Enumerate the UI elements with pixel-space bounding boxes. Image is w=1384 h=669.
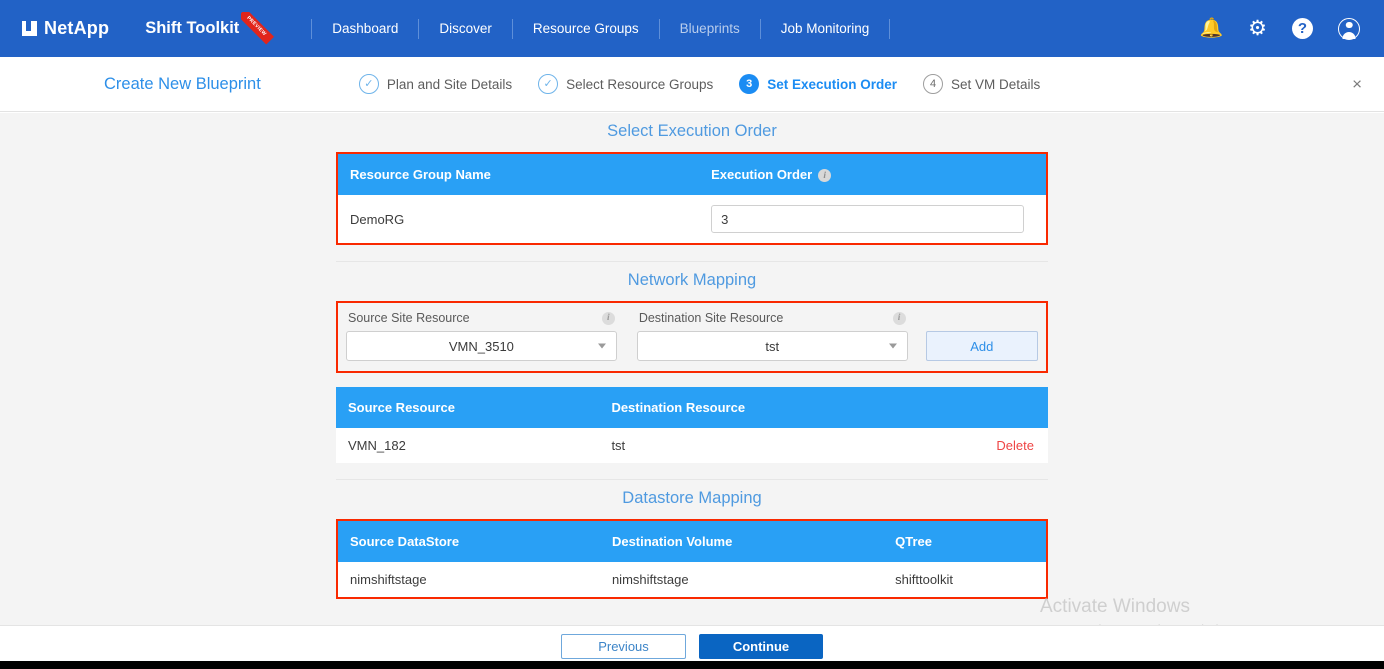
wizard-step-label: Select Resource Groups [566, 76, 714, 92]
preview-ribbon-icon: PREVIEW [241, 12, 275, 46]
nav-link-job-monitoring[interactable]: Job Monitoring [759, 18, 890, 39]
source-site-resource-label-row: Source Site Resource i [346, 311, 617, 331]
column-destination-resource: Destination Resource [599, 387, 920, 429]
bottom-edge-bar [0, 661, 1384, 669]
nav-divider [889, 18, 891, 39]
content-column: Select Execution Order Resource Group Na… [336, 113, 1048, 600]
wizard-step-select-resource-groups[interactable]: ✓ Select Resource Groups [538, 74, 721, 94]
section-title-datastore-mapping: Datastore Mapping [622, 489, 762, 508]
table-row: VMN_182 tst Delete [336, 428, 1048, 464]
column-source-datastore: Source DataStore [338, 521, 600, 563]
notification-bell-icon[interactable]: 🔔 [1200, 19, 1224, 38]
section-title-network-mapping: Network Mapping [627, 271, 757, 290]
wizard-step-set-vm-details[interactable]: 4 Set VM Details [923, 74, 1048, 94]
network-mapping-highlight: Source Site Resource i VMN_3510 Destinat… [336, 301, 1048, 374]
destination-site-resource-label-row: Destination Site Resource i [637, 311, 908, 331]
step-number-badge: 4 [923, 74, 944, 94]
product-label: Shift Toolkit [145, 19, 240, 37]
info-icon[interactable]: i [818, 169, 832, 183]
step-number-badge: 3 [739, 74, 760, 94]
column-resource-group-name: Resource Group Name [338, 154, 700, 196]
nav-link-discover[interactable]: Discover [418, 18, 512, 39]
netapp-mark-icon [22, 21, 37, 36]
execution-order-input[interactable] [711, 205, 1025, 234]
preview-ribbon-label: PREVIEW [241, 12, 275, 45]
datastore-mapping-highlight: Source DataStore Destination Volume QTre… [336, 519, 1048, 600]
column-source-resource: Source Resource [336, 387, 600, 429]
chevron-down-icon [888, 343, 897, 349]
cell-source-datastore: nimshiftstage [338, 562, 600, 598]
cell-destination-resource: tst [599, 428, 920, 464]
wizard-step-set-execution-order[interactable]: 3 Set Execution Order [739, 74, 905, 94]
destination-site-resource-select[interactable]: tst [636, 331, 908, 362]
source-site-resource-label: Source Site Resource [348, 311, 470, 326]
wizard-steps: ✓ Plan and Site Details ✓ Select Resourc… [358, 74, 1048, 94]
column-actions [919, 387, 1048, 429]
source-site-resource-select[interactable]: VMN_3510 [346, 331, 617, 362]
delete-mapping-link[interactable]: Delete [996, 438, 1034, 453]
nav-icon-group: 🔔 ⚙ ? [1200, 0, 1360, 57]
top-navigation-bar: NetApp Shift Toolkit PREVIEW Dashboard D… [0, 0, 1384, 57]
destination-site-resource-field: Destination Site Resource i tst [636, 311, 908, 362]
datastore-mapping-table: Source DataStore Destination Volume QTre… [338, 521, 1046, 598]
user-account-icon[interactable] [1338, 17, 1360, 40]
cell-destination-volume: nimshiftstage [599, 562, 884, 598]
check-icon: ✓ [358, 74, 379, 94]
netapp-logo[interactable]: NetApp [22, 18, 109, 39]
check-icon: ✓ [538, 74, 559, 94]
cell-action: Delete [919, 428, 1048, 464]
cell-qtree: shifttoolkit [883, 562, 1046, 598]
destination-site-resource-value: tst [765, 338, 780, 354]
wizard-step-label: Set Execution Order [767, 76, 898, 92]
table-row: nimshiftstage nimshiftstage shifttoolkit [338, 562, 1046, 598]
continue-button[interactable]: Continue [699, 633, 823, 659]
nav-link-blueprints[interactable]: Blueprints [658, 18, 760, 39]
column-execution-order: Execution Order i [699, 154, 1046, 196]
chevron-down-icon [597, 343, 606, 349]
cell-source-resource: VMN_182 [336, 428, 600, 464]
network-mapping-table: Source Resource Destination Resource VMN… [336, 387, 1048, 464]
previous-button[interactable]: Previous [561, 633, 686, 659]
info-icon[interactable]: i [892, 311, 906, 325]
page-title: Create New Blueprint [104, 74, 261, 93]
help-question-icon[interactable]: ? [1292, 18, 1313, 39]
close-icon[interactable]: × [1352, 76, 1362, 93]
table-header-row: Resource Group Name Execution Order i [338, 154, 1046, 196]
app-window: NetApp Shift Toolkit PREVIEW Dashboard D… [0, 0, 1384, 669]
wizard-step-bar: Create New Blueprint ✓ Plan and Site Det… [0, 57, 1384, 112]
execution-order-table: Resource Group Name Execution Order i Dem… [338, 154, 1046, 244]
add-mapping-button[interactable]: Add [925, 331, 1038, 362]
wizard-step-plan-and-site-details[interactable]: ✓ Plan and Site Details [358, 74, 520, 94]
source-site-resource-field: Source Site Resource i VMN_3510 [346, 311, 617, 362]
info-icon[interactable]: i [601, 311, 615, 325]
nav-link-resource-groups[interactable]: Resource Groups [511, 18, 659, 39]
main-content: Select Execution Order Resource Group Na… [0, 113, 1384, 625]
section-title-execution-order: Select Execution Order [607, 122, 777, 140]
product-title: Shift Toolkit PREVIEW [145, 12, 275, 45]
settings-gear-icon[interactable]: ⚙ [1248, 18, 1267, 39]
wizard-step-label: Plan and Site Details [386, 76, 513, 92]
column-qtree: QTree [883, 521, 1046, 563]
cell-resource-group-name: DemoRG [338, 195, 700, 244]
table-header-row: Source Resource Destination Resource [336, 387, 1048, 429]
wizard-footer: Previous Continue [0, 625, 1384, 666]
destination-site-resource-label: Destination Site Resource [638, 311, 784, 326]
column-destination-volume: Destination Volume [599, 521, 884, 563]
wizard-step-label: Set VM Details [951, 76, 1041, 92]
primary-nav-links: Dashboard Discover Resource Groups Bluep… [311, 18, 891, 39]
brand-label: NetApp [44, 18, 110, 38]
source-site-resource-value: VMN_3510 [448, 338, 514, 354]
cell-execution-order [699, 195, 1046, 244]
table-row: DemoRG [338, 195, 1046, 244]
execution-order-highlight: Resource Group Name Execution Order i Dem… [336, 152, 1048, 246]
nav-link-dashboard[interactable]: Dashboard [311, 18, 418, 39]
table-header-row: Source DataStore Destination Volume QTre… [338, 521, 1046, 563]
